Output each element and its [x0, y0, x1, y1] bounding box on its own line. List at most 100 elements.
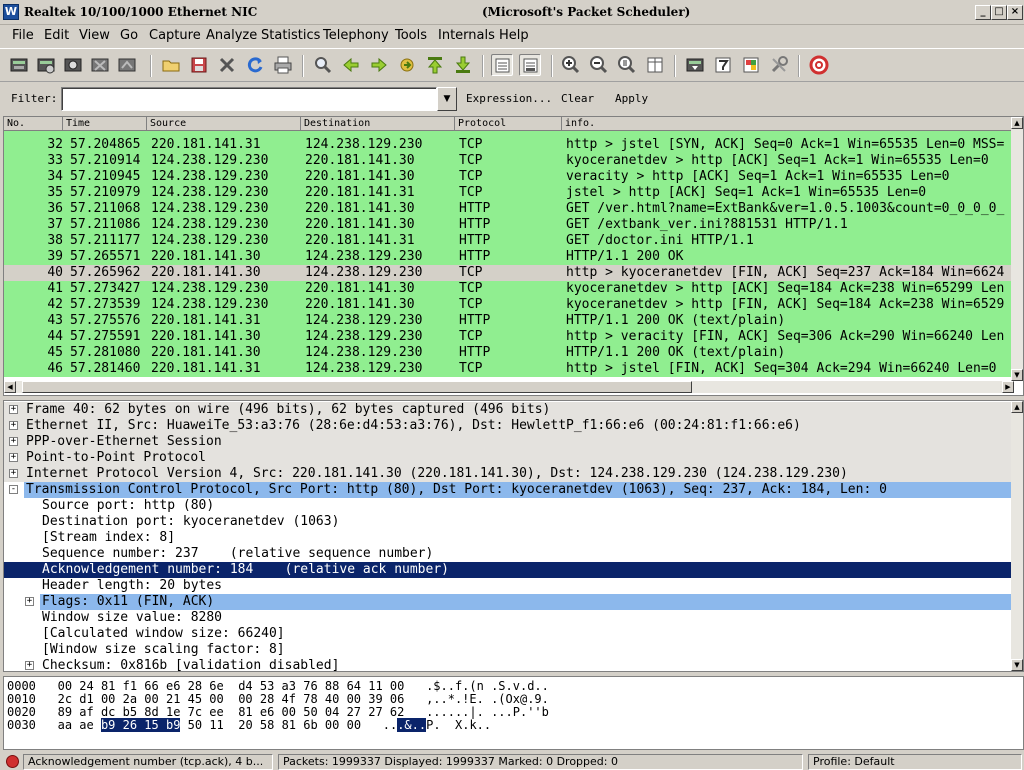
filter-dropdown-button[interactable]: ▼ [437, 87, 457, 111]
scroll-thumb[interactable] [22, 381, 692, 393]
filter-input[interactable] [61, 87, 437, 111]
menu-telephony[interactable]: Telephony [323, 28, 389, 43]
column-header-time[interactable]: Time [63, 117, 147, 131]
packet-list-horizontal-scrollbar[interactable]: ◀ ▶ [4, 381, 1014, 393]
detail-tree-row[interactable]: + Ethernet II, Src: HuaweiTe_53:a3:76 (28… [4, 418, 1012, 434]
expand-icon[interactable]: + [25, 597, 34, 606]
restart-capture-icon[interactable] [116, 54, 138, 76]
table-row[interactable]: 32 57.204865 220.181.141.31 124.238.129.230… [4, 137, 1014, 153]
detail-tree-row[interactable]: [Stream index: 8] [4, 530, 1012, 546]
expand-icon[interactable]: + [9, 405, 18, 414]
menu-internals[interactable]: Internals [438, 28, 495, 43]
menu-view[interactable]: View [79, 28, 110, 43]
detail-tree-row[interactable]: + Point-to-Point Protocol [4, 450, 1012, 466]
interface-list-icon[interactable] [8, 54, 30, 76]
expand-icon[interactable]: + [9, 469, 18, 478]
packet-details-pane[interactable]: + Frame 40: 62 bytes on wire (496 bits), … [3, 400, 1024, 672]
column-header-source[interactable]: Source [147, 117, 301, 131]
table-row[interactable]: 44 57.275591 220.181.141.30 124.238.129.230… [4, 329, 1014, 345]
expand-icon[interactable]: + [9, 421, 18, 430]
maximize-button[interactable]: □ [991, 5, 1007, 20]
column-header-no[interactable]: No. [4, 117, 63, 131]
table-row[interactable]: 39 57.265571 220.181.141.30 124.238.129.230… [4, 249, 1014, 265]
reload-icon[interactable] [244, 54, 266, 76]
expert-info-icon[interactable] [6, 755, 19, 768]
detail-tree-row[interactable]: + Frame 40: 62 bytes on wire (496 bits), … [4, 402, 1012, 418]
clear-button[interactable]: Clear [561, 92, 594, 105]
preferences-icon[interactable] [768, 54, 790, 76]
table-row[interactable]: 33 57.210914 124.238.129.230 220.181.141.30… [4, 153, 1014, 169]
go-back-icon[interactable] [340, 54, 362, 76]
packet-list-pane[interactable]: No. Time Source Destination Protocol inf… [3, 116, 1024, 396]
detail-tree-row[interactable]: [Calculated window size: 66240] [4, 626, 1012, 642]
capture-filters-icon[interactable] [684, 54, 706, 76]
detail-tree-row[interactable]: Acknowledgement number: 184 (relative ac… [4, 562, 1012, 578]
menu-edit[interactable]: Edit [44, 28, 69, 43]
table-row[interactable]: 34 57.210945 124.238.129.230 220.181.141.30… [4, 169, 1014, 185]
menu-capture[interactable]: Capture [149, 28, 201, 43]
save-file-icon[interactable] [188, 54, 210, 76]
table-row[interactable]: 35 57.210979 124.238.129.230 220.181.141.31… [4, 185, 1014, 201]
find-packet-icon[interactable] [312, 54, 334, 76]
collapse-icon[interactable]: - [9, 485, 18, 494]
table-row[interactable]: 45 57.281080 220.181.141.30 124.238.129.230… [4, 345, 1014, 361]
menu-file[interactable]: File [12, 28, 34, 43]
capture-options-icon[interactable] [35, 54, 57, 76]
menu-analyze[interactable]: Analyze [206, 28, 257, 43]
display-filters-icon[interactable] [712, 54, 734, 76]
detail-tree-row[interactable]: + PPP-over-Ethernet Session [4, 434, 1012, 450]
detail-tree-row[interactable]: + Internet Protocol Version 4, Src: 220.1… [4, 466, 1012, 482]
expand-icon[interactable]: + [9, 453, 18, 462]
detail-tree-row[interactable]: Source port: http (80) [4, 498, 1012, 514]
menu-statistics[interactable]: Statistics [261, 28, 320, 43]
table-row[interactable]: 41 57.273427 124.238.129.230 220.181.141.30… [4, 281, 1014, 297]
details-vertical-scrollbar[interactable]: ▲ ▼ [1011, 401, 1023, 671]
detail-tree-row[interactable]: + Checksum: 0x816b [validation disabled] [4, 658, 1012, 671]
menu-help[interactable]: Help [499, 28, 529, 43]
resize-columns-icon[interactable] [644, 54, 666, 76]
expand-icon[interactable]: + [9, 437, 18, 446]
scroll-down-icon[interactable]: ▼ [1011, 659, 1023, 671]
start-capture-icon[interactable] [62, 54, 84, 76]
zoom-in-icon[interactable] [560, 54, 582, 76]
close-file-icon[interactable] [216, 54, 238, 76]
detail-tree-row[interactable]: + Flags: 0x11 (FIN, ACK) [4, 594, 1012, 610]
print-icon[interactable] [272, 54, 294, 76]
table-row[interactable]: 46 57.281460 220.181.141.31 124.238.129.230… [4, 361, 1014, 377]
apply-button[interactable]: Apply [615, 92, 648, 105]
menu-tools[interactable]: Tools [395, 28, 427, 43]
detail-tree-row[interactable]: Destination port: kyoceranetdev (1063) [4, 514, 1012, 530]
scroll-up-icon[interactable]: ▲ [1011, 401, 1023, 413]
scroll-down-icon[interactable]: ▼ [1011, 369, 1023, 381]
detail-tree-row[interactable]: Header length: 20 bytes [4, 578, 1012, 594]
column-header-protocol[interactable]: Protocol [455, 117, 562, 131]
packet-bytes-pane[interactable]: 0000 00 24 81 f1 66 e6 28 6e d4 53 a3 76… [3, 676, 1024, 750]
menu-go[interactable]: Go [120, 28, 138, 43]
stop-capture-icon[interactable] [89, 54, 111, 76]
close-button[interactable]: × [1007, 5, 1023, 20]
table-row[interactable]: 42 57.273539 124.238.129.230 220.181.141.30… [4, 297, 1014, 313]
normal-size-icon[interactable] [616, 54, 638, 76]
zoom-out-icon[interactable] [588, 54, 610, 76]
autoscroll-icon[interactable] [519, 54, 541, 76]
scroll-up-icon[interactable]: ▲ [1011, 117, 1023, 129]
table-row[interactable]: 36 57.211068 124.238.129.230 220.181.141.30… [4, 201, 1014, 217]
coloring-rules-icon[interactable] [740, 54, 762, 76]
expression-button[interactable]: Expression... [466, 92, 552, 105]
scroll-left-icon[interactable]: ◀ [4, 381, 16, 393]
detail-tree-row[interactable]: - Transmission Control Protocol, Src Port… [4, 482, 1012, 498]
table-row[interactable]: 43 57.275576 220.181.141.31 124.238.129.230… [4, 313, 1014, 329]
detail-tree-row[interactable]: Window size value: 8280 [4, 610, 1012, 626]
column-header-info[interactable]: info. [562, 117, 1014, 131]
help-icon[interactable] [808, 54, 830, 76]
table-row[interactable]: 40 57.265962 220.181.141.30 124.238.129.230… [4, 265, 1014, 281]
go-forward-icon[interactable] [368, 54, 390, 76]
packet-list-vertical-scrollbar[interactable]: ▲ ▼ [1011, 117, 1023, 381]
table-row[interactable]: 37 57.211086 124.238.129.230 220.181.141.30… [4, 217, 1014, 233]
column-header-destination[interactable]: Destination [301, 117, 455, 131]
colorize-icon[interactable] [491, 54, 513, 76]
minimize-button[interactable]: _ [975, 5, 991, 20]
hex-row[interactable]: 0030 aa ae b9 26 15 b9 50 11 20 58 81 6b… [7, 718, 491, 732]
go-to-packet-icon[interactable] [396, 54, 418, 76]
expand-icon[interactable]: + [25, 661, 34, 670]
